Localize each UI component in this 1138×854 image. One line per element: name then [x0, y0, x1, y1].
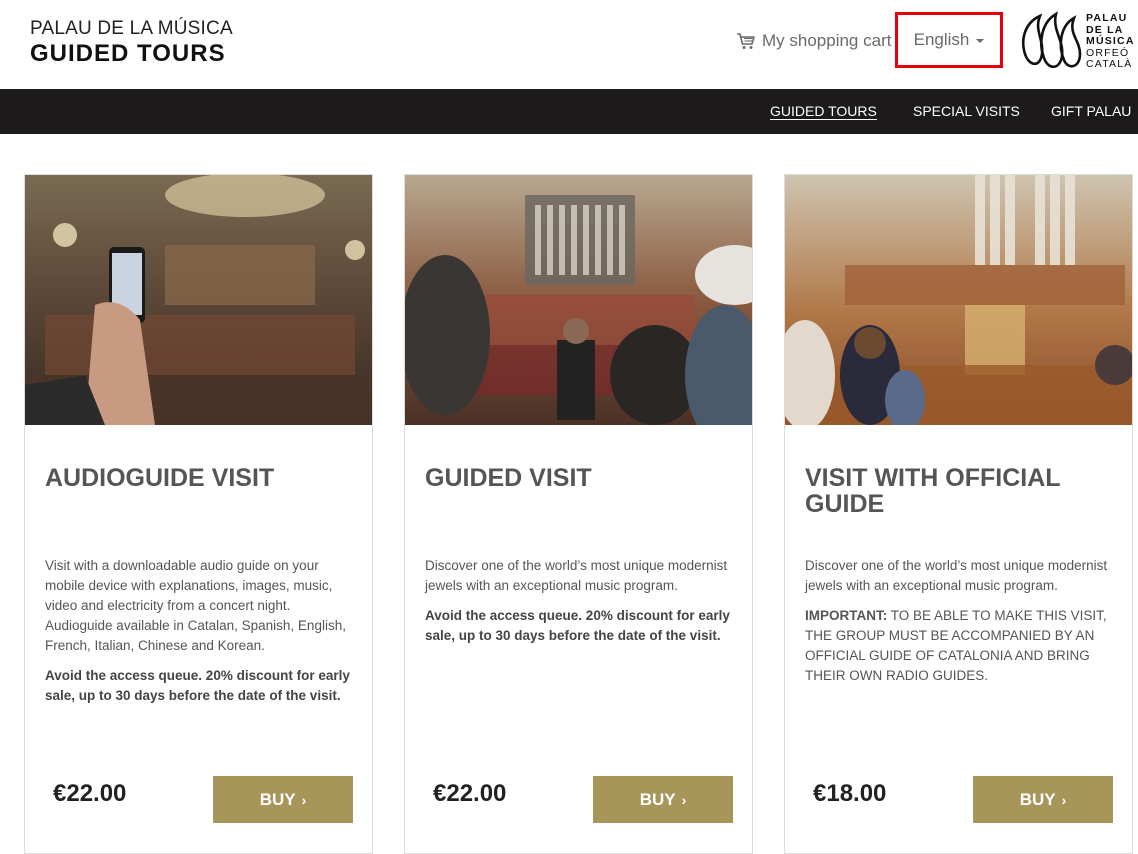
card-description: Visit with a downloadable audio guide on…: [45, 556, 355, 716]
card-important-note: IMPORTANT: TO BE ABLE TO MAKE THIS VISIT…: [805, 606, 1115, 686]
card-title: VISIT WITH OFFICIAL GUIDE: [805, 464, 1061, 518]
logo-line: CATALÀ: [1086, 58, 1133, 70]
nav-gift-palau[interactable]: GIFT PALAU: [1051, 103, 1131, 119]
card-price: €22.00: [433, 780, 507, 807]
card-description: Discover one of the world’s most unique …: [805, 556, 1115, 696]
chevron-right-icon: ›: [301, 791, 307, 808]
card-desc-text: Discover one of the world’s most unique …: [805, 558, 1108, 593]
site-header: PALAU DE LA MÚSICA GUIDED TOURS My shopp…: [0, 0, 1138, 89]
buy-label: BUY: [259, 789, 296, 809]
card-desc-text: Visit with a downloadable audio guide on…: [45, 558, 346, 653]
card-price: €18.00: [813, 780, 887, 807]
brand-name[interactable]: PALAU DE LA MÚSICA: [30, 18, 233, 40]
card-desc-text: Discover one of the world’s most unique …: [425, 558, 728, 593]
nav-special-visits[interactable]: SPECIAL VISITS: [913, 103, 1020, 119]
organ-hall-photo[interactable]: [785, 175, 1132, 425]
tour-card-official-guide: VISIT WITH OFFICIAL GUIDE Discover one o…: [784, 174, 1133, 854]
chevron-right-icon: ›: [1061, 791, 1067, 808]
language-label: English: [913, 30, 970, 49]
nav-guided-tours[interactable]: GUIDED TOURS: [770, 103, 877, 119]
cart-label: My shopping cart: [762, 31, 892, 50]
card-title: GUIDED VISIT: [425, 464, 592, 492]
shopping-cart-icon: [737, 33, 755, 49]
buy-button[interactable]: BUY ›: [213, 776, 353, 823]
guided-tour-photo[interactable]: [405, 175, 752, 425]
tour-card-guided: GUIDED VISIT Discover one of the world’s…: [404, 174, 753, 854]
card-discount-note: Avoid the access queue. 20% discount for…: [45, 668, 350, 703]
chevron-right-icon: ›: [681, 791, 687, 808]
logo-line: MÚSICA: [1086, 35, 1135, 47]
chevron-down-icon: [976, 39, 985, 43]
language-selector[interactable]: English: [895, 12, 1003, 68]
buy-button[interactable]: BUY ›: [593, 776, 733, 823]
card-price: €22.00: [53, 780, 127, 807]
main-nav: GUIDED TOURS SPECIAL VISITS GIFT PALAU: [0, 89, 1138, 134]
buy-button[interactable]: BUY ›: [973, 776, 1113, 823]
concert-hall-photo[interactable]: [25, 175, 372, 425]
shopping-cart-link[interactable]: My shopping cart: [736, 29, 891, 53]
important-label: IMPORTANT:: [805, 608, 888, 623]
brand-subtitle[interactable]: GUIDED TOURS: [30, 40, 226, 68]
buy-label: BUY: [639, 789, 676, 809]
buy-label: BUY: [1019, 789, 1056, 809]
card-discount-note: Avoid the access queue. 20% discount for…: [425, 608, 730, 643]
logo-wordmark: PALAU DE LA MÚSICA ORFEÓ CATALÀ: [1086, 12, 1135, 71]
tour-card-audioguide: AUDIOGUIDE VISIT Visit with a downloadab…: [24, 174, 373, 854]
logo-line: PALAU: [1086, 12, 1128, 24]
card-description: Discover one of the world’s most unique …: [425, 556, 735, 656]
card-title: AUDIOGUIDE VISIT: [45, 464, 275, 492]
